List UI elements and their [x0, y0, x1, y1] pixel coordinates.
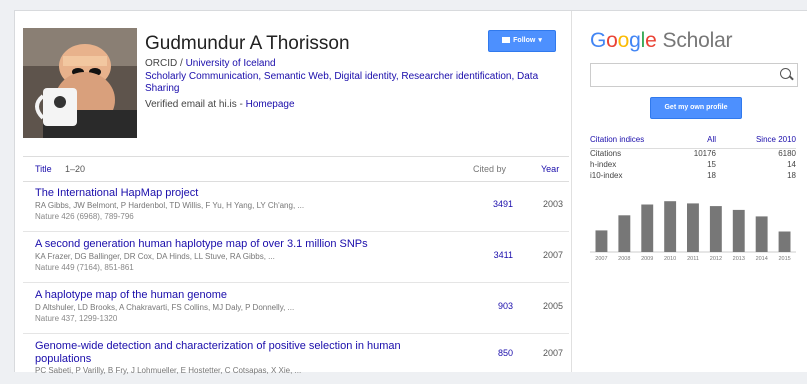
cited-by-count[interactable]: 3411	[489, 250, 513, 260]
chart-bar-2015[interactable]	[778, 231, 791, 253]
cited-by-count[interactable]: 903	[489, 301, 513, 311]
search-input[interactable]	[591, 64, 779, 84]
search-box	[590, 63, 798, 87]
profile-interests[interactable]: Scholarly Communication, Semantic Web, D…	[145, 71, 545, 95]
col-all: All	[707, 135, 716, 144]
citations-row: Citations 10176 6180	[590, 149, 796, 160]
scholar-wordmark: Scholar	[662, 29, 733, 52]
metric-all: 18	[707, 171, 716, 180]
chart-tick-label: 2013	[733, 256, 745, 262]
metric-all: 10176	[693, 149, 716, 158]
affiliation-link[interactable]: University of Iceland	[186, 58, 276, 69]
publication-authors: KA Frazer, DG Ballinger, DR Cox, DA Hind…	[35, 252, 275, 261]
table-row: Genome-wide detection and characterizati…	[23, 334, 569, 384]
publication-year: 2007	[543, 348, 564, 358]
h-index-row: h-index 15 14	[590, 160, 796, 171]
publication-venue: Nature 449 (7164), 851-861	[35, 263, 134, 272]
citation-indices-heading[interactable]: Citation indices	[590, 135, 644, 144]
profile-affiliation: ORCID / University of Iceland	[145, 58, 276, 69]
sort-by-cited[interactable]: Cited by	[473, 164, 506, 174]
sort-by-year[interactable]: Year	[541, 164, 559, 174]
chart-tick-label: 2014	[756, 256, 768, 262]
publication-year: 2007	[543, 250, 564, 260]
search-icon[interactable]	[780, 68, 791, 79]
profile-photo	[23, 28, 137, 138]
chart-bar-2008[interactable]	[618, 215, 631, 252]
chart-tick-label: 2012	[710, 256, 722, 262]
chart-bar-2011[interactable]	[687, 203, 699, 252]
col-since: Since 2010	[755, 135, 796, 144]
chart-tick-label: 2015	[778, 256, 790, 262]
cited-by-count[interactable]: 850	[489, 348, 513, 358]
metric-since: 14	[787, 160, 796, 169]
scholar-profile-page: Gudmundur A Thorisson ORCID / University…	[14, 10, 807, 375]
publication-year: 2003	[543, 199, 564, 209]
chart-bar-2014[interactable]	[755, 216, 768, 252]
citation-indices-header: Citation indices All Since 2010	[590, 135, 796, 149]
chart-tick-label: 2011	[687, 256, 699, 262]
publication-title[interactable]: The International HapMap project	[35, 187, 435, 200]
results-range: 1–20	[65, 164, 86, 174]
table-row: A haplotype map of the human genome D Al…	[23, 283, 569, 334]
publication-title[interactable]: A haplotype map of the human genome	[35, 289, 435, 302]
i10-index-row: i10-index 18 18	[590, 171, 796, 182]
chart-bar-2007[interactable]	[595, 230, 608, 252]
metric-since: 18	[787, 171, 796, 180]
google-wordmark: Google	[590, 29, 657, 52]
table-row: The International HapMap project RA Gibb…	[23, 181, 569, 232]
publication-title[interactable]: Genome-wide detection and characterizati…	[35, 340, 435, 366]
publication-venue: Nature 426 (6968), 789-796	[35, 212, 134, 221]
chart-tick-label: 2009	[641, 256, 653, 262]
table-row: A second generation human haplotype map …	[23, 232, 569, 283]
chevron-down-icon: ▾	[538, 37, 542, 44]
homepage-link[interactable]: Homepage	[246, 99, 295, 110]
publication-year: 2005	[543, 301, 564, 311]
citations-per-year-chart: 2007 2008 2009 2010 2011 2012 2013 2014 2015	[590, 196, 796, 266]
chart-bar-2013[interactable]	[732, 209, 745, 252]
google-scholar-logo[interactable]: Google Scholar	[590, 29, 733, 53]
envelope-icon	[502, 37, 511, 44]
metric-label: i10-index	[590, 171, 623, 180]
publication-title[interactable]: A second generation human haplotype map …	[35, 238, 435, 251]
publication-venue: Nature 437, 1299-1320	[35, 314, 118, 323]
chart-tick-label: 2008	[618, 256, 630, 262]
chart-bar-2009[interactable]	[641, 204, 654, 253]
get-own-profile-button[interactable]: Get my own profile	[650, 97, 742, 119]
metric-label: h-index	[590, 160, 617, 169]
citation-indices-table: Citation indices All Since 2010 Citation…	[590, 135, 796, 182]
sort-by-title[interactable]: Title	[35, 164, 52, 174]
chart-tick-label: 2010	[664, 256, 676, 262]
citations-bar-chart: 2007 2008 2009 2010 2011 2012 2013 2014 2015	[590, 201, 796, 262]
metric-all: 15	[707, 160, 716, 169]
chart-tick-label: 2007	[595, 256, 607, 262]
publications-table-header: Title 1–20 Cited by Year	[23, 156, 569, 182]
cited-by-count[interactable]: 3491	[489, 199, 513, 209]
profile-name: Gudmundur A Thorisson	[145, 33, 350, 54]
chart-bar-2012[interactable]	[709, 206, 722, 252]
follow-button[interactable]: Follow ▾	[488, 30, 556, 52]
orcid-label: ORCID	[145, 58, 178, 69]
verified-email: Verified email at hi.is	[145, 99, 237, 110]
chart-bar-2010[interactable]	[664, 201, 677, 252]
sidebar: Google Scholar Get my own profile Citatio…	[571, 11, 807, 372]
publication-authors: D Altshuler, LD Brooks, A Chakravarti, F…	[35, 303, 295, 312]
publication-authors: RA Gibbs, JW Belmont, P Hardenbol, TD Wi…	[35, 201, 305, 210]
follow-label: Follow	[513, 37, 536, 44]
profile-email-line: Verified email at hi.is - Homepage	[145, 99, 295, 110]
metric-label: Citations	[590, 149, 622, 158]
metric-since: 6180	[778, 149, 796, 158]
